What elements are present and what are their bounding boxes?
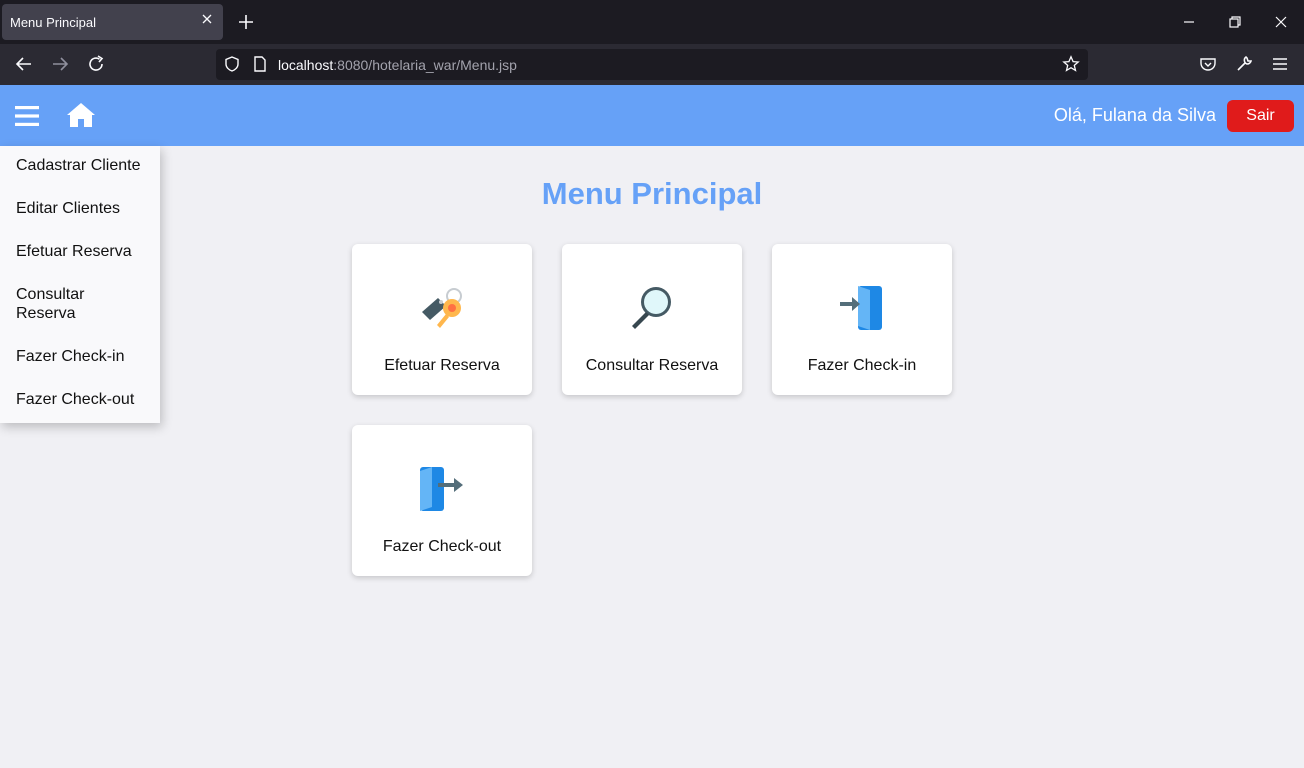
door-enter-icon (840, 286, 882, 330)
logout-button[interactable]: Sair (1227, 100, 1294, 132)
browser-toolbar: localhost:8080/hotelaria_war/Menu.jsp (0, 44, 1304, 85)
browser-tab-strip: Menu Principal (0, 0, 1304, 44)
shield-icon[interactable] (223, 55, 241, 73)
star-icon[interactable] (1062, 55, 1080, 73)
sidebar-item-consultar-reserva[interactable]: Consultar Reserva (0, 285, 160, 323)
page-title: Menu Principal (541, 176, 763, 211)
close-icon[interactable] (199, 11, 215, 27)
pocket-icon[interactable] (1198, 54, 1218, 74)
app-menu-icon[interactable] (1270, 54, 1290, 74)
sidebar-item-efetuar-reserva[interactable]: Efetuar Reserva (0, 242, 160, 261)
magnifier-icon (632, 287, 671, 329)
card-label: Fazer Check-out (382, 538, 502, 555)
page-icon[interactable] (251, 55, 269, 73)
sidebar-item-check-out[interactable]: Fazer Check-out (0, 390, 160, 409)
app-header: Olá, Fulana da Silva Sair (0, 85, 1304, 146)
card-fazer-check-out[interactable]: Fazer Check-out (352, 425, 532, 576)
card-consultar-reserva[interactable]: Consultar Reserva (562, 244, 742, 395)
wrench-icon[interactable] (1234, 54, 1254, 74)
url-host: localhost (278, 57, 334, 73)
home-icon[interactable] (66, 102, 96, 128)
back-icon[interactable] (14, 54, 34, 74)
url-text: localhost:8080/hotelaria_war/Menu.jsp (278, 57, 517, 73)
keys-icon (422, 288, 462, 328)
card-fazer-check-in[interactable]: Fazer Check-in (772, 244, 952, 395)
tab-title: Menu Principal (10, 15, 96, 30)
card-label: Efetuar Reserva (384, 357, 500, 374)
hamburger-menu-icon[interactable] (15, 106, 39, 126)
reload-icon[interactable] (86, 54, 106, 74)
window-close-icon[interactable] (1271, 12, 1291, 32)
url-path: :8080/hotelaria_war/Menu.jsp (333, 57, 517, 73)
minimize-icon[interactable] (1179, 12, 1199, 32)
restore-icon[interactable] (1225, 12, 1245, 32)
card-label: Fazer Check-in (807, 357, 917, 374)
sidebar-item-check-in[interactable]: Fazer Check-in (0, 347, 160, 366)
card-label: Consultar Reserva (585, 357, 719, 374)
browser-tab[interactable]: Menu Principal (2, 4, 223, 40)
forward-icon[interactable] (50, 54, 70, 74)
new-tab-icon[interactable] (236, 12, 256, 32)
sidebar-item-cadastrar-cliente[interactable]: Cadastrar Cliente (0, 156, 160, 175)
address-bar[interactable]: localhost:8080/hotelaria_war/Menu.jsp (216, 49, 1088, 80)
user-greeting: Olá, Fulana da Silva (1053, 105, 1216, 125)
door-exit-icon (420, 467, 463, 511)
card-efetuar-reserva[interactable]: Efetuar Reserva (352, 244, 532, 395)
